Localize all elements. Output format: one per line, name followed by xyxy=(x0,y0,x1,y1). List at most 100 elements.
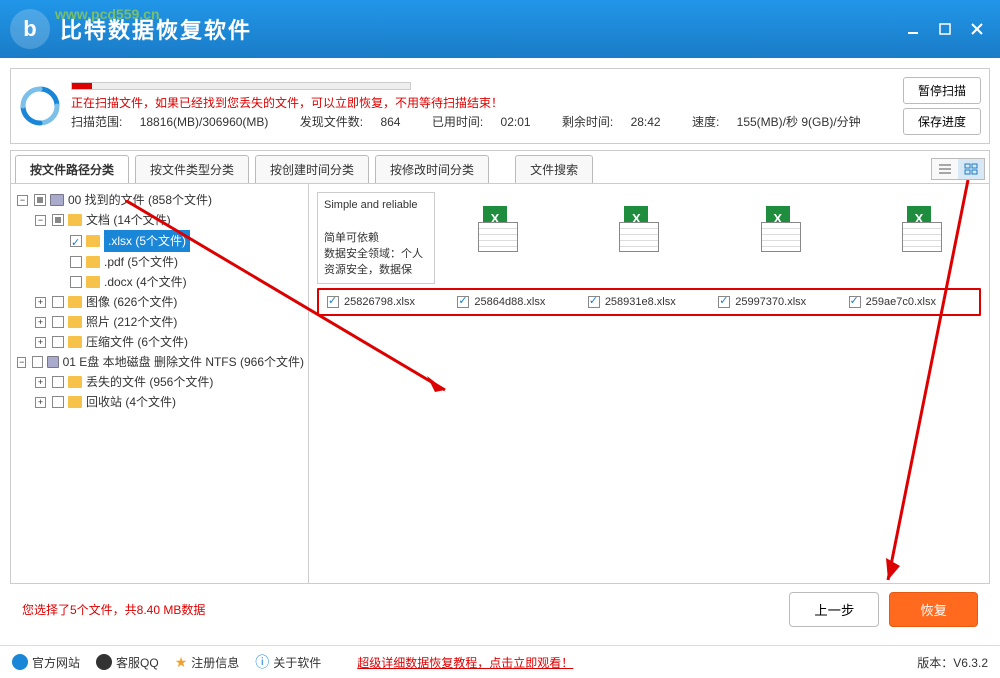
drive-icon xyxy=(47,356,59,368)
tab-by-mtime[interactable]: 按修改时间分类 xyxy=(375,155,489,183)
tree-checkbox[interactable] xyxy=(52,296,64,308)
file-checkbox[interactable] xyxy=(849,296,861,308)
file-checkbox[interactable] xyxy=(718,296,730,308)
file-list-pane: Simple and reliable 简单可依赖 数据安全领域：个人资源安全，… xyxy=(309,184,989,583)
folder-icon xyxy=(68,396,82,408)
tab-by-type[interactable]: 按文件类型分类 xyxy=(135,155,249,183)
expander-icon[interactable]: + xyxy=(35,397,46,408)
file-name: 25826798.xlsx xyxy=(344,296,415,308)
tree-node-photos[interactable]: 照片 (212个文件) xyxy=(86,312,177,332)
tab-by-path[interactable]: 按文件路径分类 xyxy=(15,155,129,183)
qq-icon xyxy=(96,654,112,670)
file-name: 258931e8.xlsx xyxy=(605,296,676,308)
preview-body: 简单可依赖 数据安全领域：个人资源安全，数据保 xyxy=(324,229,428,277)
tab-file-search[interactable]: 文件搜索 xyxy=(515,155,593,183)
file-checkbox[interactable] xyxy=(327,296,339,308)
file-thumb[interactable]: X xyxy=(439,192,557,262)
file-item[interactable]: 25997370.xlsx xyxy=(714,294,844,310)
expander-icon[interactable]: − xyxy=(17,195,28,206)
list-view-button[interactable] xyxy=(932,159,958,179)
file-thumb[interactable]: X xyxy=(580,192,698,262)
footer-link-tutorial[interactable]: 超级详细数据恢复教程，点击立即观看！ xyxy=(357,654,573,671)
footer-link-register[interactable]: ★注册信息 xyxy=(175,654,240,671)
folder-icon xyxy=(68,316,82,328)
expander-icon[interactable]: + xyxy=(35,337,46,348)
tree-checkbox[interactable] xyxy=(52,214,64,226)
scan-spinner-icon xyxy=(19,85,61,127)
footer-link-qq[interactable]: 客服QQ xyxy=(96,654,159,671)
scan-stats: 扫描范围: 18816(MB)/306960(MB) 发现文件数: 864 已用… xyxy=(71,113,893,130)
file-checkbox[interactable] xyxy=(457,296,469,308)
tree-checkbox[interactable] xyxy=(70,276,82,288)
file-thumb[interactable]: X xyxy=(863,192,981,262)
footer: 官方网站 客服QQ ★注册信息 ⓘ关于软件 超级详细数据恢复教程，点击立即观看！… xyxy=(0,645,1000,678)
pause-scan-button[interactable]: 暂停扫描 xyxy=(903,77,981,104)
status-panel: 正在扫描文件，如果已经找到您丢失的文件，可以立即恢复，不用等待扫描结束！ 扫描范… xyxy=(10,68,990,144)
ie-icon xyxy=(12,654,28,670)
app-logo: b xyxy=(10,9,50,49)
grid-view-button[interactable] xyxy=(958,159,984,179)
tree-node-xlsx[interactable]: .xlsx (5个文件) xyxy=(104,230,190,252)
star-icon: ★ xyxy=(175,654,188,671)
file-name: 25864d88.xlsx xyxy=(474,296,545,308)
expander-icon[interactable]: + xyxy=(35,377,46,388)
tree-checkbox[interactable] xyxy=(52,336,64,348)
tree-node-docs[interactable]: 文档 (14个文件) xyxy=(86,210,171,230)
tree-checkbox[interactable] xyxy=(32,356,42,368)
scan-progress xyxy=(71,82,411,90)
folder-icon xyxy=(68,296,82,308)
expander-icon[interactable]: + xyxy=(35,297,46,308)
file-item[interactable]: 258931e8.xlsx xyxy=(584,294,714,310)
excel-icon: X xyxy=(758,206,804,252)
file-selection-row: 25826798.xlsx 25864d88.xlsx 258931e8.xls… xyxy=(317,288,981,316)
tab-by-ctime[interactable]: 按创建时间分类 xyxy=(255,155,369,183)
selection-info: 您选择了5个文件，共8.40 MB数据 xyxy=(22,601,205,618)
tree-node-archives[interactable]: 压缩文件 (6个文件) xyxy=(86,332,188,352)
footer-link-about[interactable]: ⓘ关于软件 xyxy=(255,652,321,672)
minimize-button[interactable] xyxy=(900,18,926,40)
file-checkbox[interactable] xyxy=(588,296,600,308)
file-item[interactable]: 259ae7c0.xlsx xyxy=(845,294,975,310)
file-item[interactable]: 25826798.xlsx xyxy=(323,294,453,310)
tree-node-docx[interactable]: .docx (4个文件) xyxy=(104,272,187,292)
scan-status-message: 正在扫描文件，如果已经找到您丢失的文件，可以立即恢复，不用等待扫描结束！ xyxy=(71,94,893,111)
tree-checkbox[interactable] xyxy=(52,316,64,328)
tab-bar: 按文件路径分类 按文件类型分类 按创建时间分类 按修改时间分类 文件搜索 xyxy=(10,150,990,184)
tree-node-images[interactable]: 图像 (626个文件) xyxy=(86,292,177,312)
maximize-button[interactable] xyxy=(932,18,958,40)
tree-checkbox[interactable] xyxy=(70,235,82,247)
tree-checkbox[interactable] xyxy=(70,256,82,268)
file-thumb[interactable]: X xyxy=(722,192,840,262)
tree-node-e-drive[interactable]: 01 E盘 本地磁盘 删除文件 NTFS (966个文件) xyxy=(63,352,304,372)
preview-title: Simple and reliable xyxy=(324,199,428,211)
tree-checkbox[interactable] xyxy=(34,194,46,206)
close-button[interactable] xyxy=(964,18,990,40)
folder-icon xyxy=(86,256,100,268)
folder-icon xyxy=(68,214,82,226)
expander-icon[interactable]: + xyxy=(35,317,46,328)
recover-button[interactable]: 恢复 xyxy=(889,592,978,627)
tree-node-pdf[interactable]: .pdf (5个文件) xyxy=(104,252,178,272)
tree-node-lost[interactable]: 丢失的文件 (956个文件) xyxy=(86,372,213,392)
selection-bar: 您选择了5个文件，共8.40 MB数据 上一步 恢复 xyxy=(10,584,990,635)
excel-icon: X xyxy=(899,206,945,252)
tree-node-recycle[interactable]: 回收站 (4个文件) xyxy=(86,392,176,412)
prev-button[interactable]: 上一步 xyxy=(789,592,879,627)
watermark: www.pcd559.cn xyxy=(55,6,160,22)
expander-icon[interactable]: − xyxy=(17,357,26,368)
file-preview: Simple and reliable 简单可依赖 数据安全领域：个人资源安全，… xyxy=(317,192,435,284)
drive-icon xyxy=(50,194,64,206)
folder-icon xyxy=(68,376,82,388)
file-item[interactable]: 25864d88.xlsx xyxy=(453,294,583,310)
tree-checkbox[interactable] xyxy=(52,376,64,388)
excel-icon: X xyxy=(616,206,662,252)
footer-link-site[interactable]: 官方网站 xyxy=(12,654,80,671)
tree-checkbox[interactable] xyxy=(52,396,64,408)
folder-icon xyxy=(86,276,100,288)
save-progress-button[interactable]: 保存进度 xyxy=(903,108,981,135)
file-tree[interactable]: − 00 找到的文件 (858个文件) − 文档 (14个文件) .xlsx (5个… xyxy=(11,184,309,583)
tree-node-found[interactable]: 00 找到的文件 (858个文件) xyxy=(68,190,212,210)
version-label: 版本：V6.3.2 xyxy=(917,654,988,671)
folder-icon xyxy=(68,336,82,348)
expander-icon[interactable]: − xyxy=(35,215,46,226)
